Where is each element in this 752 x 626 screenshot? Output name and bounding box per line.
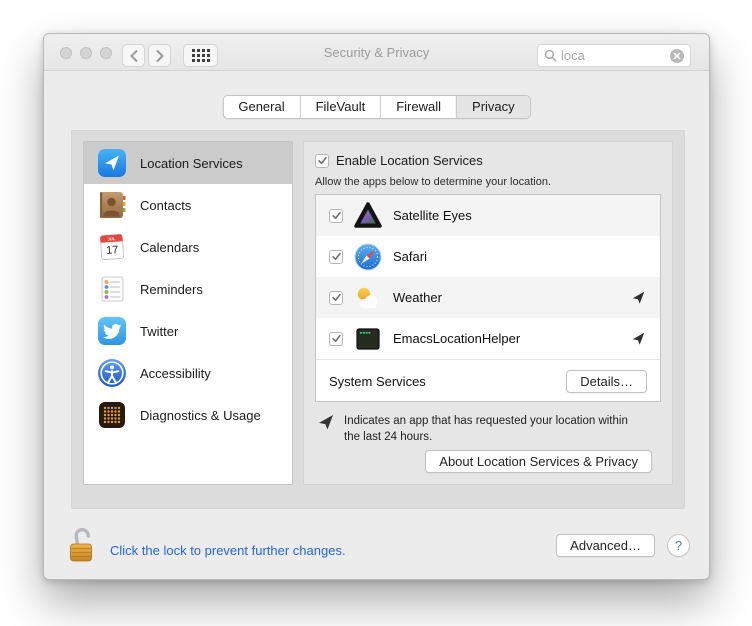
satellite-eyes-icon (354, 202, 382, 230)
title-bar: Security & Privacy (44, 34, 709, 71)
search-icon (544, 49, 557, 62)
location-arrow-icon (318, 414, 334, 430)
unlocked-padlock-icon[interactable] (68, 525, 96, 563)
app-checkbox[interactable] (329, 291, 343, 305)
location-services-icon (97, 148, 127, 178)
app-checkbox[interactable] (329, 250, 343, 264)
reminders-icon (97, 274, 127, 304)
app-checkbox[interactable] (329, 209, 343, 223)
recent-location-arrow-icon (632, 291, 645, 304)
question-mark-icon: ? (675, 538, 682, 553)
lock-hint-text: Click the lock to prevent further change… (110, 543, 346, 558)
location-services-subtitle: Allow the apps below to determine your l… (315, 176, 551, 188)
about-location-services-button[interactable]: About Location Services & Privacy (425, 450, 652, 473)
sidebar-item-label: Diagnostics & Usage (140, 408, 261, 423)
privacy-category-list: Location Services Contacts (83, 141, 293, 485)
app-row-safari[interactable]: Safari (316, 236, 660, 277)
recent-location-footnote: Indicates an app that has requested your… (318, 414, 628, 445)
app-permission-list: Satellite Eyes (315, 194, 661, 402)
safari-icon (354, 243, 382, 271)
weather-icon (354, 284, 382, 312)
help-button[interactable]: ? (667, 534, 690, 557)
sidebar-item-label: Calendars (140, 240, 199, 255)
sidebar-item-diagnostics[interactable]: Diagnostics & Usage (84, 394, 292, 436)
sidebar-item-location-services[interactable]: Location Services (84, 142, 292, 184)
enable-location-services-checkbox[interactable] (315, 154, 329, 168)
accessibility-icon (97, 358, 127, 388)
terminal-icon (354, 325, 382, 353)
details-button[interactable]: Details… (566, 370, 647, 393)
footnote-text: Indicates an app that has requested your… (344, 414, 628, 445)
checkmark-icon (317, 155, 328, 166)
search-input[interactable] (557, 48, 670, 63)
location-services-panel: Enable Location Services Allow the apps … (303, 141, 673, 485)
search-clear-button[interactable] (670, 49, 684, 63)
sidebar-item-accessibility[interactable]: Accessibility (84, 352, 292, 394)
advanced-button[interactable]: Advanced… (556, 534, 655, 557)
contacts-icon (97, 190, 127, 220)
screenshot: Security & Privacy General FileVault Fir… (0, 0, 752, 626)
twitter-icon (97, 316, 127, 346)
recent-location-arrow-icon (632, 332, 645, 345)
sidebar-item-label: Accessibility (140, 366, 211, 381)
enable-location-services-row: Enable Location Services (315, 153, 483, 168)
checkmark-icon (331, 251, 342, 262)
svg-text:JUL: JUL (107, 236, 116, 242)
sidebar-item-label: Contacts (140, 198, 191, 213)
app-name: Safari (393, 249, 647, 264)
lock-area: Click the lock to prevent further change… (68, 525, 346, 563)
sidebar-item-contacts[interactable]: Contacts (84, 184, 292, 226)
sidebar-item-label: Reminders (140, 282, 203, 297)
tab-general[interactable]: General (223, 96, 299, 118)
sidebar-item-label: Twitter (140, 324, 178, 339)
app-row-satellite-eyes[interactable]: Satellite Eyes (316, 195, 660, 236)
svg-text:17: 17 (106, 244, 119, 257)
sidebar-item-label: Location Services (140, 156, 243, 171)
app-checkbox[interactable] (329, 332, 343, 346)
sidebar-item-twitter[interactable]: Twitter (84, 310, 292, 352)
tab-filevault[interactable]: FileVault (300, 96, 381, 118)
app-name: Satellite Eyes (393, 208, 647, 223)
diagnostics-icon (97, 400, 127, 430)
enable-location-services-label[interactable]: Enable Location Services (336, 153, 483, 168)
app-row-weather[interactable]: Weather (316, 277, 660, 318)
calendars-icon: JUL 17 (97, 232, 127, 262)
tab-firewall[interactable]: Firewall (380, 96, 456, 118)
checkmark-icon (331, 333, 342, 344)
search-field[interactable] (537, 44, 691, 67)
sidebar-item-reminders[interactable]: Reminders (84, 268, 292, 310)
privacy-pane: Location Services Contacts (71, 130, 685, 509)
close-icon (673, 52, 681, 60)
app-name: Weather (393, 290, 621, 305)
preference-tabs: General FileVault Firewall Privacy (222, 95, 530, 119)
security-privacy-window: Security & Privacy General FileVault Fir… (43, 33, 710, 580)
system-services-label: System Services (329, 374, 566, 389)
app-row-emacslocationhelper[interactable]: EmacsLocationHelper (316, 318, 660, 359)
sidebar-item-calendars[interactable]: JUL 17 Calendars (84, 226, 292, 268)
app-name: EmacsLocationHelper (393, 331, 621, 346)
checkmark-icon (331, 292, 342, 303)
system-services-row: System Services Details… (316, 359, 660, 402)
checkmark-icon (331, 210, 342, 221)
tab-privacy[interactable]: Privacy (456, 96, 530, 118)
